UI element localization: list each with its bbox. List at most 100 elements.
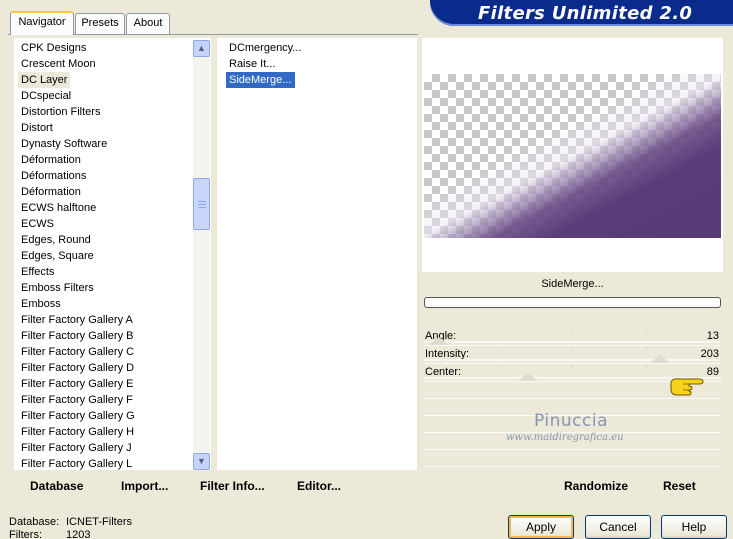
status-database: Database: ICNET-Filters — [9, 516, 132, 528]
database-button[interactable]: Database — [30, 474, 83, 498]
category-list-item[interactable]: Emboss — [18, 296, 192, 312]
category-label: Crescent Moon — [21, 58, 96, 70]
category-label: Emboss — [21, 298, 61, 310]
slider-track — [424, 341, 721, 343]
watermark-name: Pinuccia — [534, 411, 608, 431]
filter-label: DCmergency... — [229, 42, 302, 54]
category-list-item[interactable]: DC Layer — [18, 72, 192, 88]
slider-angle[interactable]: Angle: 13 — [424, 328, 721, 346]
slider-tick — [646, 365, 647, 368]
slider-track — [424, 359, 721, 361]
grip-line — [198, 207, 206, 208]
category-label: Filter Factory Gallery B — [21, 330, 134, 342]
slider-tick — [572, 329, 573, 332]
category-label: Filter Factory Gallery F — [21, 394, 133, 406]
category-list-item[interactable]: Distort — [18, 120, 192, 136]
help-button[interactable]: Help — [661, 515, 727, 539]
category-list[interactable]: CPK Designs Crescent Moon DC Layer DCspecia… — [18, 40, 192, 472]
apply-button[interactable]: Apply — [508, 515, 574, 539]
status-filters: Filters: 1203 — [9, 529, 90, 539]
slider-intensity[interactable]: Intensity: 203 — [424, 346, 721, 364]
right-toolbar: Randomize Reset — [422, 474, 723, 498]
tab-about[interactable]: About — [126, 13, 170, 34]
category-label: Filter Factory Gallery J — [21, 442, 132, 454]
category-list-item[interactable]: Filter Factory Gallery L — [18, 456, 192, 472]
filter-list-panel — [217, 38, 417, 470]
filter-list-item[interactable]: SideMerge... — [226, 72, 406, 88]
category-label: DC Layer — [18, 72, 71, 88]
category-label: Edges, Round — [21, 234, 91, 246]
status-database-value: ICNET-Filters — [66, 516, 132, 528]
category-list-item[interactable]: Filter Factory Gallery D — [18, 360, 192, 376]
category-list-item[interactable]: Emboss Filters — [18, 280, 192, 296]
category-label: Emboss Filters — [21, 282, 94, 294]
filter-list-item[interactable]: Raise It... — [226, 56, 406, 72]
scrollbar-thumb[interactable] — [193, 178, 210, 230]
progress-bar — [424, 297, 721, 308]
reset-button[interactable]: Reset — [663, 474, 696, 498]
category-list-item[interactable]: Effects — [18, 264, 192, 280]
category-label: Effects — [21, 266, 55, 278]
category-list-item[interactable]: Filter Factory Gallery H — [18, 424, 192, 440]
slider-tick — [646, 329, 647, 332]
category-list-item[interactable]: Filter Factory Gallery E — [18, 376, 192, 392]
filter-list[interactable]: DCmergency... Raise It... SideMerge... — [226, 40, 406, 88]
preview-gradient — [424, 74, 721, 238]
category-list-item[interactable]: Filter Factory Gallery C — [18, 344, 192, 360]
category-list-item[interactable]: ECWS halftone — [18, 200, 192, 216]
category-label: Filter Factory Gallery L — [21, 458, 133, 470]
slider-thumb[interactable] — [429, 337, 449, 345]
category-label: Filter Factory Gallery A — [21, 314, 133, 326]
category-list-item[interactable]: Filter Factory Gallery A — [18, 312, 192, 328]
slider-tick — [498, 347, 499, 350]
slider-thumb[interactable] — [518, 373, 538, 381]
slider-panel: Angle: 13 Intensity: 203 Center: 89 — [424, 328, 721, 467]
filter-info-button[interactable]: Filter Info... — [200, 474, 265, 498]
slider-tick — [572, 365, 573, 368]
category-list-item[interactable]: Filter Factory Gallery F — [18, 392, 192, 408]
editor-button[interactable]: Editor... — [297, 474, 341, 498]
arrow-down-icon[interactable]: ▼ — [193, 453, 210, 470]
category-list-item[interactable]: Edges, Round — [18, 232, 192, 248]
category-list-item[interactable]: Filter Factory Gallery J — [18, 440, 192, 456]
category-scrollbar[interactable]: ▲ ▼ — [193, 40, 210, 470]
filter-list-item[interactable]: DCmergency... — [226, 40, 406, 56]
category-list-item[interactable]: Déformation — [18, 152, 192, 168]
filter-label: Raise It... — [229, 58, 276, 70]
preview-image — [424, 74, 721, 238]
grip-line — [198, 204, 206, 205]
slider-empty — [424, 450, 721, 467]
category-list-item[interactable]: Distortion Filters — [18, 104, 192, 120]
slider-tick — [498, 329, 499, 332]
filter-name-label: SideMerge... — [541, 278, 604, 290]
category-list-item[interactable]: ECWS — [18, 216, 192, 232]
category-label: ECWS halftone — [21, 202, 97, 214]
tab-navigator[interactable]: Navigator — [10, 11, 74, 35]
category-label: Distortion Filters — [21, 106, 101, 118]
category-list-item[interactable]: Déformation — [18, 184, 192, 200]
watermark-url: www.maidiregrafica.eu — [506, 432, 624, 443]
category-list-item[interactable]: Edges, Square — [18, 248, 192, 264]
import-button[interactable]: Import... — [121, 474, 168, 498]
app-title: Filters Unlimited 2.0 — [478, 3, 693, 24]
category-label: Filter Factory Gallery E — [21, 378, 134, 390]
category-label: Déformation — [21, 186, 81, 198]
grip-line — [198, 201, 206, 202]
category-list-item[interactable]: Filter Factory Gallery B — [18, 328, 192, 344]
category-label: Dynasty Software — [21, 138, 108, 150]
category-list-item[interactable]: DCspecial — [18, 88, 192, 104]
category-list-item[interactable]: Dynasty Software — [18, 136, 192, 152]
category-list-item[interactable]: Filter Factory Gallery G — [18, 408, 192, 424]
status-filters-label: Filters: — [9, 529, 42, 539]
category-list-item[interactable]: CPK Designs — [18, 40, 192, 56]
slider-tick — [498, 365, 499, 368]
category-list-item[interactable]: Déformations — [18, 168, 192, 184]
category-label: DCspecial — [21, 90, 72, 102]
category-list-item[interactable]: Crescent Moon — [18, 56, 192, 72]
slider-thumb[interactable] — [650, 355, 670, 363]
status-database-label: Database: — [9, 516, 60, 528]
tab-presets[interactable]: Presets — [75, 13, 125, 34]
randomize-button[interactable]: Randomize — [564, 474, 628, 498]
cancel-button[interactable]: Cancel — [585, 515, 651, 539]
arrow-up-icon[interactable]: ▲ — [193, 40, 210, 57]
